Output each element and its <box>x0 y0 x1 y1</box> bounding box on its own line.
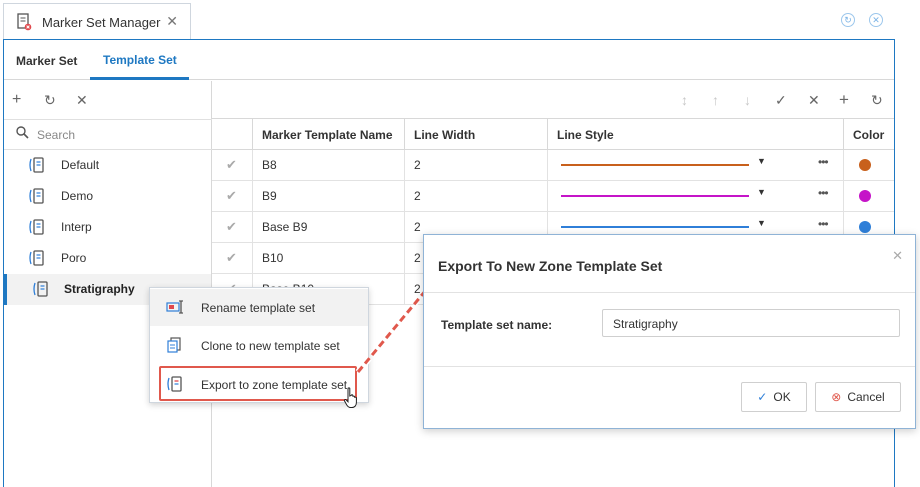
line-style-swatch <box>561 195 749 197</box>
template-set-name-input[interactable]: Stratigraphy <box>602 309 900 337</box>
chevron-down-icon[interactable]: ▼ <box>757 218 766 228</box>
menu-item-label: Rename template set <box>201 301 316 315</box>
cell-color[interactable] <box>844 150 894 181</box>
check-circle-icon: ✓ <box>757 390 768 404</box>
cell-line-style[interactable]: ▼ ••• <box>548 181 844 212</box>
header-line-width[interactable]: Line Width <box>405 119 548 150</box>
row-check-icon[interactable]: ✔ <box>212 181 253 212</box>
search-row[interactable]: Search <box>4 119 212 150</box>
marker-set-icon <box>17 13 32 31</box>
more-icon[interactable]: ••• <box>818 186 829 200</box>
header-check <box>212 119 253 150</box>
ok-button[interactable]: ✓ OK <box>741 382 807 412</box>
cell-name[interactable]: B9 <box>253 181 405 212</box>
hand-cursor-icon <box>343 387 357 408</box>
highlight-box <box>159 366 357 401</box>
selection-indicator <box>4 274 7 305</box>
cancel-circle-icon: ⊗ <box>831 390 842 404</box>
menu-item-rename[interactable]: Rename template set <box>150 289 368 326</box>
move-up-icon[interactable]: ↑ <box>712 92 719 108</box>
check-icon[interactable]: ✓ <box>775 92 787 109</box>
close-tab-icon[interactable]: ✕ <box>166 13 178 30</box>
template-set-icon <box>29 250 44 266</box>
line-style-swatch <box>561 164 749 166</box>
list-item[interactable]: Poro <box>4 243 211 274</box>
list-item[interactable]: Interp <box>4 212 211 243</box>
clone-icon <box>167 337 181 353</box>
more-icon[interactable]: ••• <box>818 217 829 231</box>
list-item[interactable]: Default <box>4 150 211 181</box>
list-item-label: Stratigraphy <box>64 282 135 296</box>
dialog-title: Export To New Zone Template Set <box>438 258 663 274</box>
active-tab-indicator <box>90 77 189 80</box>
cancel-label: Cancel <box>847 390 885 404</box>
ok-label: OK <box>773 390 791 404</box>
list-item-label: Demo <box>61 189 94 203</box>
search-icon <box>16 126 29 142</box>
refresh-icon[interactable]: ↻ <box>841 13 855 27</box>
template-set-icon <box>29 188 44 204</box>
close-icon[interactable]: ✕ <box>76 92 88 108</box>
color-swatch[interactable] <box>859 159 871 171</box>
header-color[interactable]: Color <box>844 119 894 150</box>
cell-width[interactable]: 2 <box>405 181 548 212</box>
window-tab[interactable]: Marker Set Manager ✕ <box>3 3 191 40</box>
chevron-down-icon[interactable]: ▼ <box>757 156 766 166</box>
row-check-icon[interactable]: ✔ <box>212 150 253 181</box>
search-input[interactable]: Search <box>37 128 75 142</box>
close-circle-icon[interactable]: ✕ <box>869 13 883 27</box>
list-item-label: Default <box>61 158 100 172</box>
chevron-down-icon[interactable]: ▼ <box>757 187 766 197</box>
color-swatch[interactable] <box>859 221 871 233</box>
refresh-icon[interactable]: ↻ <box>44 92 56 108</box>
list-item-label: Poro <box>61 251 87 265</box>
tab-marker-set[interactable]: Marker Set <box>16 54 77 68</box>
more-icon[interactable]: ••• <box>818 155 829 169</box>
row-check-icon[interactable]: ✔ <box>212 212 253 243</box>
line-style-swatch <box>561 226 749 228</box>
color-swatch[interactable] <box>859 190 871 202</box>
field-label: Template set name: <box>441 318 553 332</box>
sort-icon[interactable]: ↕ <box>681 92 688 108</box>
template-set-icon <box>29 157 44 173</box>
cell-width[interactable]: 2 <box>405 150 548 181</box>
grid-toolbar <box>212 81 894 119</box>
row-check-icon[interactable]: ✔ <box>212 243 253 274</box>
move-down-icon[interactable]: ↓ <box>744 92 751 108</box>
add-icon[interactable]: + <box>12 92 21 108</box>
list-item-label: Interp <box>61 220 92 234</box>
divider <box>424 366 915 367</box>
menu-item-label: Clone to new template set <box>201 339 340 353</box>
header-name[interactable]: Marker Template Name <box>253 119 405 150</box>
menu-item-clone[interactable]: Clone to new template set <box>150 327 368 364</box>
close-icon[interactable]: ✕ <box>808 92 820 109</box>
cancel-button[interactable]: ⊗ Cancel <box>815 382 901 412</box>
divider <box>424 292 915 293</box>
cell-name[interactable]: B8 <box>253 150 405 181</box>
list-item[interactable]: Demo <box>4 181 211 212</box>
template-set-icon <box>29 219 44 235</box>
window-title: Marker Set Manager <box>42 14 161 30</box>
rename-icon <box>166 300 183 314</box>
refresh-icon[interactable]: ↻ <box>871 92 883 109</box>
add-icon[interactable]: + <box>839 90 849 110</box>
cell-name[interactable]: Base B9 <box>253 212 405 243</box>
export-dialog: Export To New Zone Template Set ✕ Templa… <box>423 234 916 429</box>
cell-line-style[interactable]: ▼ ••• <box>548 150 844 181</box>
header-line-style[interactable]: Line Style <box>548 119 844 150</box>
template-set-icon <box>33 281 48 297</box>
close-icon[interactable]: ✕ <box>892 248 903 264</box>
tab-template-set[interactable]: Template Set <box>103 53 177 67</box>
cell-color[interactable] <box>844 181 894 212</box>
